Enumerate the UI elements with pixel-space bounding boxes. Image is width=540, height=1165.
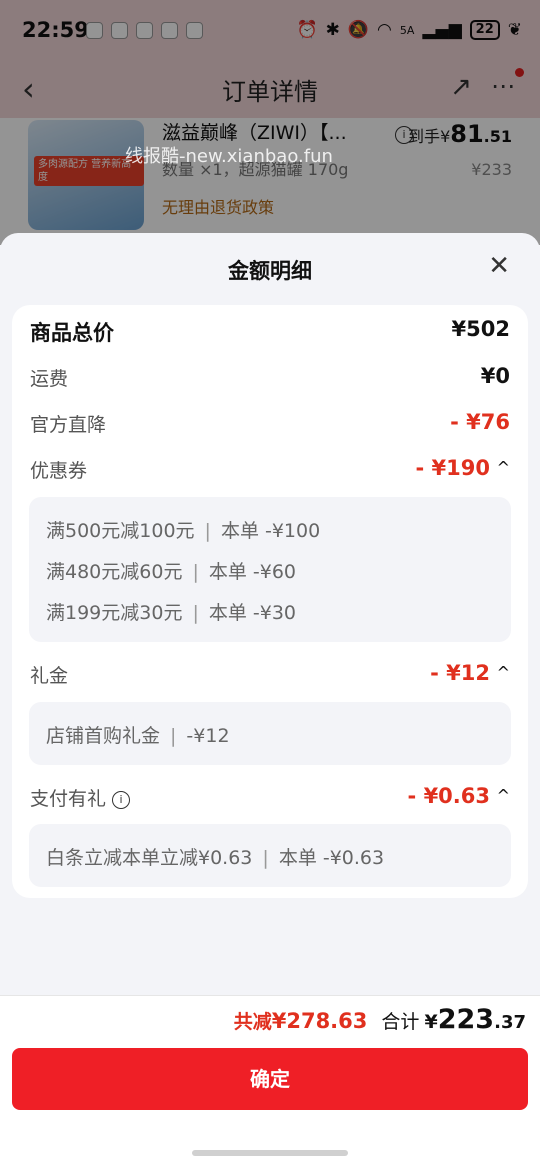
row-total-price: 商品总价 ¥502 bbox=[30, 317, 510, 347]
divider: | bbox=[170, 725, 177, 747]
divider: | bbox=[204, 520, 211, 542]
coupon-amount: 本单 -¥30 bbox=[208, 602, 297, 624]
total-savings-label: 共减 bbox=[233, 1011, 272, 1033]
official-discount-value: - ¥76 bbox=[450, 410, 510, 434]
chevron-up-icon[interactable]: ^ bbox=[497, 458, 510, 477]
info-icon[interactable]: i bbox=[112, 791, 131, 809]
coupon-condition: 满500元减100元 bbox=[46, 520, 195, 542]
total-price-value: ¥502 bbox=[451, 317, 510, 341]
grand-total-label: 合计 bbox=[381, 1011, 420, 1033]
pay-gift-value: - ¥0.63 bbox=[407, 784, 490, 808]
row-gift-money[interactable]: 礼金 - ¥12 ^ bbox=[30, 661, 510, 691]
shipping-value: ¥0 bbox=[480, 364, 510, 388]
close-icon[interactable]: ✕ bbox=[488, 253, 510, 279]
grand-total-symbol: ¥ bbox=[424, 1011, 438, 1033]
coupon-condition: 满480元减60元 bbox=[46, 561, 183, 583]
summary-line: 共减¥278.63 合计 ¥223.37 bbox=[234, 1004, 526, 1035]
pay-gift-detail-line: 白条立减本单立减¥0.63 | 本单 -¥0.63 bbox=[46, 843, 384, 870]
coupon-detail-box: 满500元减100元 | 本单 -¥100 满480元减60元 | 本单 -¥60 满1… bbox=[29, 497, 511, 642]
confirm-button[interactable]: 确定 bbox=[12, 1048, 528, 1110]
coupon-label: 优惠券 bbox=[30, 460, 88, 482]
chevron-up-icon[interactable]: ^ bbox=[497, 663, 510, 682]
divider: | bbox=[262, 847, 269, 869]
gift-money-value: - ¥12 bbox=[430, 661, 490, 685]
total-price-label: 商品总价 bbox=[30, 321, 114, 345]
gift-amount: -¥12 bbox=[186, 725, 230, 747]
total-savings-value: ¥278.63 bbox=[271, 1009, 368, 1033]
coupon-value: - ¥190 bbox=[415, 456, 490, 480]
home-indicator[interactable] bbox=[192, 1150, 348, 1156]
pay-gift-amount: 本单 -¥0.63 bbox=[278, 847, 385, 869]
gift-detail-box: 店铺首购礼金 | -¥12 bbox=[29, 702, 511, 765]
background-page: 22:59 ⏰ ✱ 🔕 ◠ 5A ▂▄▆ 22 ❦ ‹ 订单详情 ↗ ⋯ 多肉源… bbox=[0, 0, 540, 245]
row-coupon[interactable]: 优惠券 - ¥190 ^ bbox=[30, 456, 510, 486]
coupon-detail-line: 满500元减100元 | 本单 -¥100 bbox=[46, 516, 320, 543]
coupon-amount: 本单 -¥60 bbox=[208, 561, 297, 583]
pay-gift-label: 支付有礼 i bbox=[30, 784, 131, 811]
watermark: 线报酷-new.xianbao.fun bbox=[125, 146, 333, 167]
chevron-up-icon[interactable]: ^ bbox=[497, 786, 510, 805]
pay-gift-text: 支付有礼 bbox=[30, 788, 107, 810]
shipping-label: 运费 bbox=[30, 368, 69, 390]
sheet-title: 金额明细 bbox=[228, 259, 312, 283]
modal-overlay[interactable] bbox=[0, 0, 540, 245]
amount-card: 商品总价 ¥502 运费 ¥0 官方直降 - ¥76 优惠券 - ¥190 ^ … bbox=[12, 305, 528, 898]
gift-detail-line: 店铺首购礼金 | -¥12 bbox=[46, 721, 230, 748]
gift-money-label: 礼金 bbox=[30, 665, 69, 687]
coupon-detail-line: 满199元减30元 | 本单 -¥30 bbox=[46, 598, 296, 625]
row-official-discount: 官方直降 - ¥76 bbox=[30, 410, 510, 440]
official-discount-label: 官方直降 bbox=[30, 414, 107, 436]
row-shipping: 运费 ¥0 bbox=[30, 364, 510, 394]
bottom-bar: 共减¥278.63 合计 ¥223.37 确定 bbox=[0, 995, 540, 1165]
divider: | bbox=[192, 561, 199, 583]
coupon-amount: 本单 -¥100 bbox=[220, 520, 321, 542]
pay-gift-condition: 白条立减本单立减¥0.63 bbox=[46, 847, 253, 869]
divider: | bbox=[192, 602, 199, 624]
coupon-detail-line: 满480元减60元 | 本单 -¥60 bbox=[46, 557, 296, 584]
gift-condition: 店铺首购礼金 bbox=[46, 725, 161, 747]
coupon-condition: 满199元减30元 bbox=[46, 602, 183, 624]
pay-gift-detail-box: 白条立减本单立减¥0.63 | 本单 -¥0.63 bbox=[29, 824, 511, 887]
row-pay-gift[interactable]: 支付有礼 i - ¥0.63 ^ bbox=[30, 784, 510, 814]
grand-total-decimal: .37 bbox=[494, 1012, 526, 1033]
grand-total-integer: 223 bbox=[437, 1004, 495, 1035]
